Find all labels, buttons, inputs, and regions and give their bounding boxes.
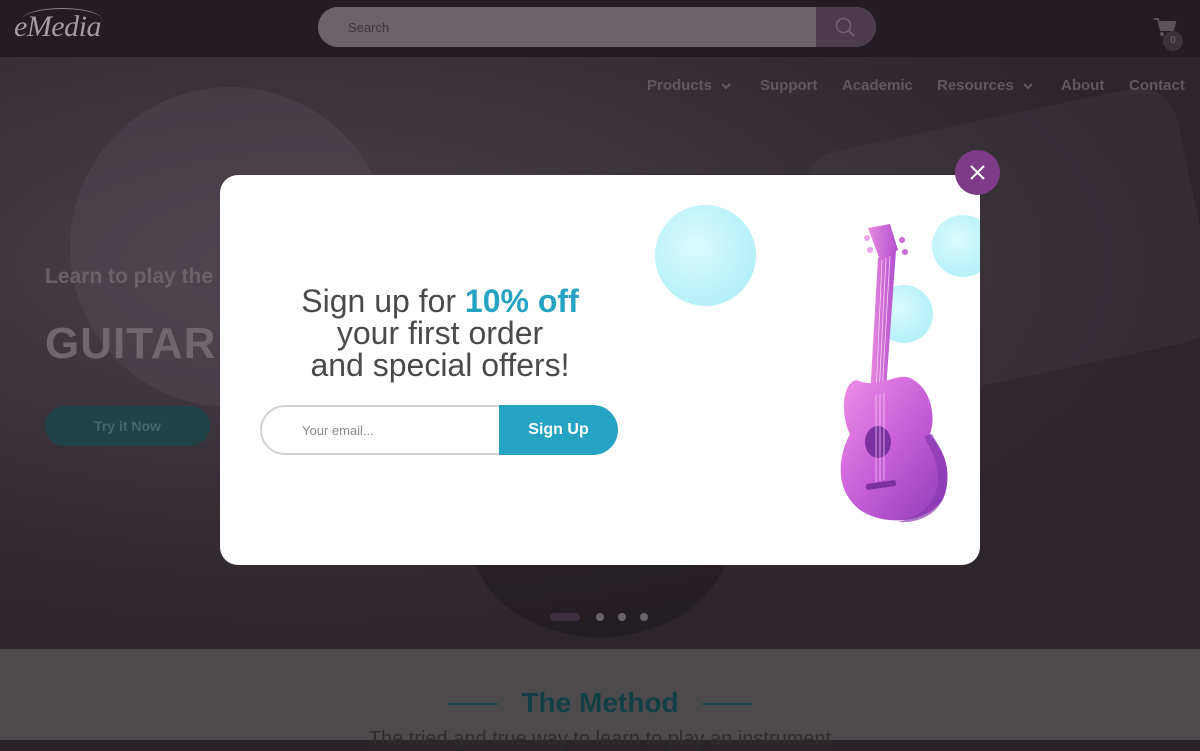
close-icon <box>970 165 985 180</box>
nav-item-label: Support <box>760 77 818 94</box>
carousel-dot-2[interactable] <box>596 613 604 621</box>
carousel-dot-3[interactable] <box>618 613 626 621</box>
signup-modal: Sign up for 10% off your first order and… <box>220 175 980 565</box>
carousel-dot-4[interactable] <box>640 613 648 621</box>
hero-subtitle: Learn to play the <box>45 265 214 288</box>
hero-title: GUITAR <box>45 319 217 368</box>
main-nav: Products Support Academic Resources Abou… <box>0 77 1200 97</box>
nav-item-products[interactable]: Products <box>647 77 731 94</box>
search-button[interactable] <box>816 7 876 47</box>
chevron-down-icon <box>721 82 731 89</box>
cart-count-badge: 0 <box>1163 31 1183 51</box>
nav-item-contact[interactable]: Contact <box>1129 77 1185 94</box>
headline-line-2: your first order <box>336 315 544 351</box>
email-field[interactable] <box>260 405 530 455</box>
decorative-bubble <box>655 205 756 306</box>
close-modal-button[interactable] <box>955 150 1000 195</box>
method-section: The Method The tried and true way to lea… <box>0 649 1200 750</box>
sign-up-button[interactable]: Sign Up <box>499 405 618 455</box>
headline-line-3: and special offers! <box>310 347 570 383</box>
guitar-illustration <box>840 224 948 523</box>
nav-item-resources[interactable]: Resources <box>937 77 1033 94</box>
nav-item-about[interactable]: About <box>1061 77 1104 94</box>
search-bar <box>318 7 876 47</box>
logo[interactable]: eMedia <box>14 10 101 44</box>
chevron-down-icon <box>1023 82 1033 89</box>
nav-item-label: Academic <box>842 77 913 94</box>
site-header: eMedia 0 <box>0 0 1200 57</box>
section-title: The Method <box>521 687 679 718</box>
nav-item-label: Resources <box>937 77 1014 94</box>
nav-item-label: Contact <box>1129 77 1185 94</box>
search-input[interactable] <box>318 7 816 47</box>
nav-item-support[interactable]: Support <box>760 77 818 94</box>
nav-item-academic[interactable]: Academic <box>842 77 913 94</box>
try-it-now-button[interactable]: Try it Now <box>45 406 210 446</box>
modal-headline: Sign up for 10% off your first order and… <box>260 285 620 381</box>
search-icon <box>835 17 855 37</box>
nav-item-label: Products <box>647 77 713 94</box>
headline-prefix: Sign up for <box>301 283 465 319</box>
discount-highlight: 10% off <box>464 283 579 319</box>
carousel-dot-1[interactable] <box>550 613 580 621</box>
nav-item-label: About <box>1061 77 1105 94</box>
